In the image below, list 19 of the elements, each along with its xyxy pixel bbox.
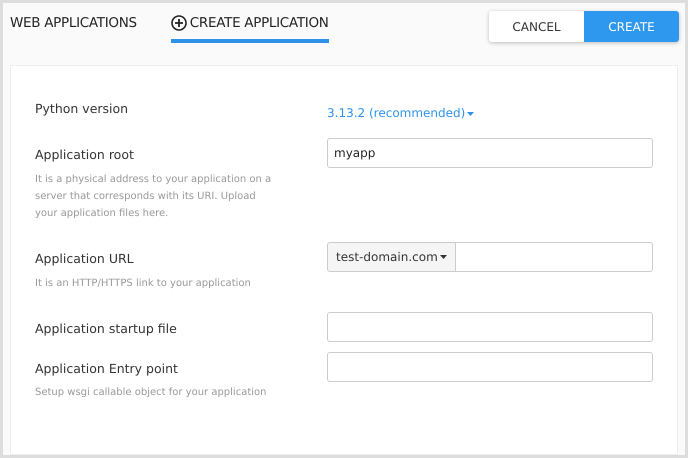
field-description: It is a physical address to your application on a server that corresponds with its URI. Upload your application files here.: [35, 172, 272, 221]
cancel-button[interactable]: CANCEL: [489, 11, 584, 42]
caret-icon: [467, 112, 474, 116]
field-label: Application root: [35, 146, 135, 164]
field-label: Application startup file: [35, 320, 178, 338]
url-input-field[interactable]: [456, 242, 653, 272]
input-field[interactable]: myapp: [327, 138, 653, 168]
tab[interactable]: CREATE APPLICATION: [170, 11, 329, 44]
field-label: Application URL: [35, 250, 135, 268]
field-label: Application Entry point: [35, 360, 179, 378]
field-description: It is an HTTP/HTTPS link to your application: [35, 276, 252, 290]
field-description: Setup wsgi callable object for your application: [35, 386, 268, 400]
tab[interactable]: WEB APPLICATIONS: [10, 11, 137, 44]
domain-dropdown[interactable]: test-domain.com: [327, 242, 456, 272]
input-field[interactable]: [327, 352, 653, 382]
input-field[interactable]: [327, 312, 653, 342]
caret-icon: [440, 254, 447, 259]
field-label: Python version: [35, 100, 130, 118]
plus-circle-icon: [170, 15, 187, 32]
